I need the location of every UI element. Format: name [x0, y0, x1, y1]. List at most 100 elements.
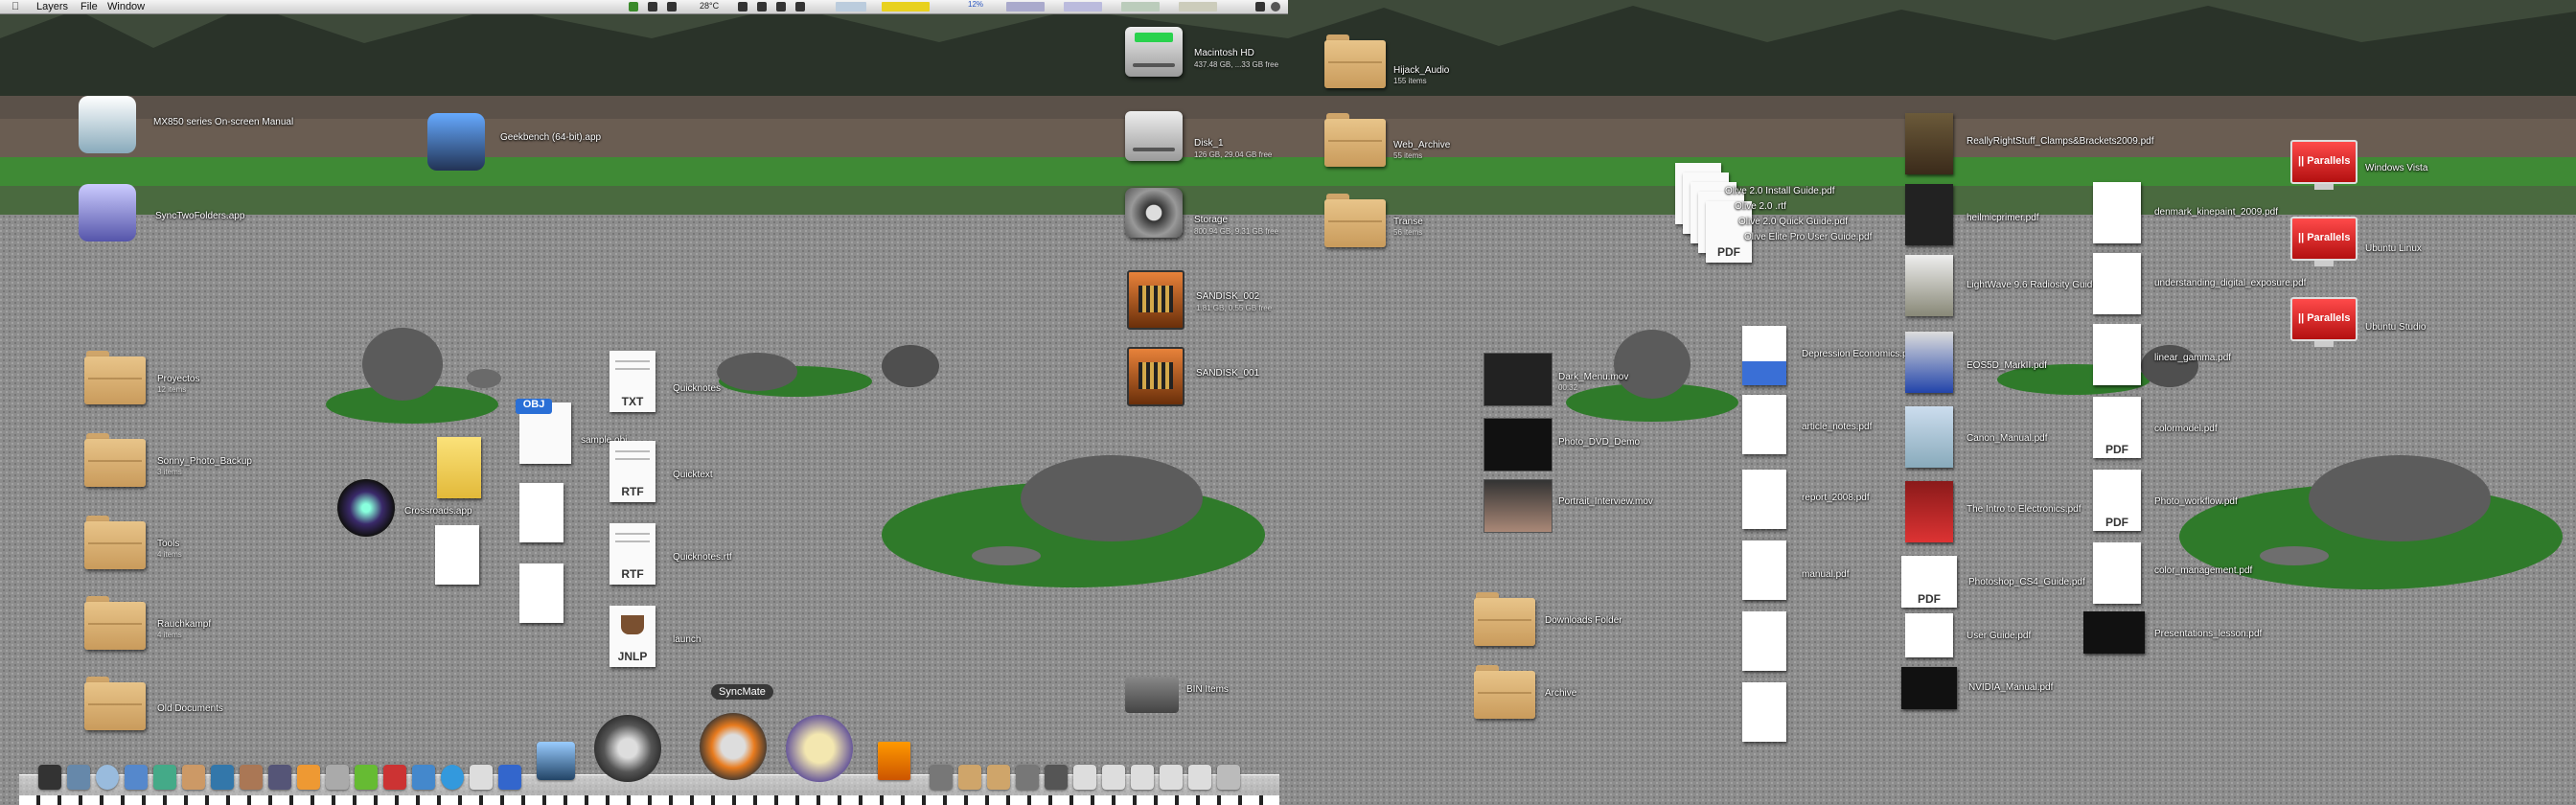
pdf-file-icon: [1905, 481, 1953, 542]
menu-layers[interactable]: Layers: [36, 1, 68, 12]
clock-icon[interactable]: [667, 2, 677, 12]
folder-icon: [84, 351, 146, 404]
wizard-app-icon[interactable]: [786, 715, 853, 782]
pdf-file-icon: [1742, 682, 1786, 742]
syncmate-icon[interactable]: [700, 713, 767, 780]
pdf-file-icon: [2093, 542, 2141, 604]
menu-window[interactable]: Window: [107, 1, 145, 12]
desktop-right: Hijack_Audio 155 items Web_Archive 55 it…: [1288, 0, 2576, 805]
hard-drive-icon: [1125, 111, 1183, 161]
safari-icon[interactable]: [96, 765, 119, 790]
app-icon[interactable]: [383, 765, 406, 790]
finder-icon[interactable]: [67, 765, 90, 790]
ical-icon[interactable]: [211, 765, 234, 790]
parallels-vm-icon: || Parallels: [2290, 297, 2358, 351]
terminal-icon[interactable]: [38, 765, 61, 790]
user-icon[interactable]: [1255, 2, 1265, 12]
piano-keys-decoration: [19, 795, 1279, 805]
coffee-cup-icon: [621, 615, 644, 634]
pdf-file-icon: [1905, 406, 1953, 468]
cpu-graph: [836, 2, 866, 12]
folder-icon: [84, 433, 146, 487]
app-icon[interactable]: [412, 765, 435, 790]
disk-utility-icon[interactable]: [594, 715, 661, 782]
iphoto-icon[interactable]: [537, 742, 575, 780]
menu-file[interactable]: File: [80, 1, 98, 12]
app-icon[interactable]: [1016, 765, 1039, 790]
itunes-icon[interactable]: [268, 765, 291, 790]
folder-icon: [1324, 194, 1386, 247]
folder-icon: [1474, 665, 1535, 719]
pdf-file-icon: [1742, 470, 1786, 529]
pdf-file-icon: [2093, 253, 2141, 314]
parallels-vm-icon: || Parallels: [2290, 140, 2358, 194]
document-icon[interactable]: [1073, 765, 1096, 790]
document-icon[interactable]: [1188, 765, 1211, 790]
addressbook-icon[interactable]: [182, 765, 205, 790]
pdf-file-icon: PDF: [2093, 397, 2141, 458]
image-document-icon: [519, 564, 564, 623]
chat-icon[interactable]: [738, 2, 748, 12]
spotlight-search-icon[interactable]: [1271, 2, 1280, 12]
pdf-file-icon: [1905, 184, 1953, 245]
folder-icon: [1474, 592, 1535, 646]
status-icon[interactable]: [629, 2, 638, 12]
image-document-icon: [435, 525, 479, 585]
pdf-file-icon: [1905, 113, 1953, 174]
app-icon[interactable]: [355, 765, 378, 790]
document-icon[interactable]: [1131, 765, 1154, 790]
mail-icon[interactable]: [125, 765, 148, 790]
monitor-icon[interactable]: [776, 2, 786, 12]
folder-icon: [84, 516, 146, 569]
printer-manual-icon: [79, 96, 136, 153]
temperature-readout: 28°C: [700, 1, 720, 11]
menu-extras: 28°C 12%: [623, 0, 1288, 13]
app-icon[interactable]: [470, 765, 493, 790]
obj-file-icon: OBJ: [516, 399, 571, 464]
pdf-file-icon: [1905, 255, 1953, 316]
optical-drive-icon: [1125, 188, 1183, 238]
folder-stack-icon[interactable]: [958, 765, 981, 790]
video-thumbnail: [1484, 479, 1552, 533]
app-icon[interactable]: [1045, 765, 1068, 790]
bluetooth-icon[interactable]: [795, 2, 805, 12]
dock: [19, 713, 1279, 805]
ichat-icon[interactable]: [153, 765, 176, 790]
system-preferences-icon[interactable]: [326, 765, 349, 790]
preview-icon[interactable]: [240, 765, 263, 790]
app-icon[interactable]: [441, 765, 464, 790]
pdf-file-icon: [2093, 324, 2141, 385]
pdf-file-icon: [2083, 611, 2145, 654]
pdf-file-icon: [1905, 613, 1953, 657]
document-icon[interactable]: [1160, 765, 1183, 790]
apple-menu-icon[interactable]: : [12, 1, 19, 12]
geekbench-icon: [427, 113, 485, 171]
desktop-left:  Layers File Window 28°C 12% MX850 seri…: [0, 0, 1288, 805]
app-icon[interactable]: [498, 765, 521, 790]
network-graph: [1006, 2, 1045, 12]
pdf-file-icon: [1905, 332, 1953, 393]
document-icon[interactable]: [1102, 765, 1125, 790]
pdf-file-icon: [1742, 395, 1786, 454]
hard-drive-icon: [1125, 27, 1183, 77]
memory-card-icon: [1127, 347, 1184, 406]
pdf-file-icon: [2093, 182, 2141, 243]
pdf-file-icon: [1742, 540, 1786, 600]
trash-icon[interactable]: [1217, 765, 1240, 790]
folder-icon: [1324, 34, 1386, 88]
crossroads-icon: [337, 479, 395, 537]
pdf-file-icon: [1901, 667, 1957, 709]
display-icon[interactable]: [757, 2, 767, 12]
folder-stack-icon[interactable]: [987, 765, 1010, 790]
video-thumbnail: [1484, 418, 1552, 472]
app-icon[interactable]: [930, 765, 953, 790]
vlc-icon[interactable]: [878, 742, 910, 780]
video-thumbnail: [1484, 353, 1552, 406]
firefox-icon[interactable]: [297, 765, 320, 790]
power-icon[interactable]: [648, 2, 657, 12]
menu-bar:  Layers File Window 28°C 12%: [0, 0, 1288, 14]
sensor-graph: [1179, 2, 1217, 12]
folder-icon: [84, 596, 146, 650]
note-file-icon: [437, 437, 481, 498]
disk-graph: [1064, 2, 1102, 12]
